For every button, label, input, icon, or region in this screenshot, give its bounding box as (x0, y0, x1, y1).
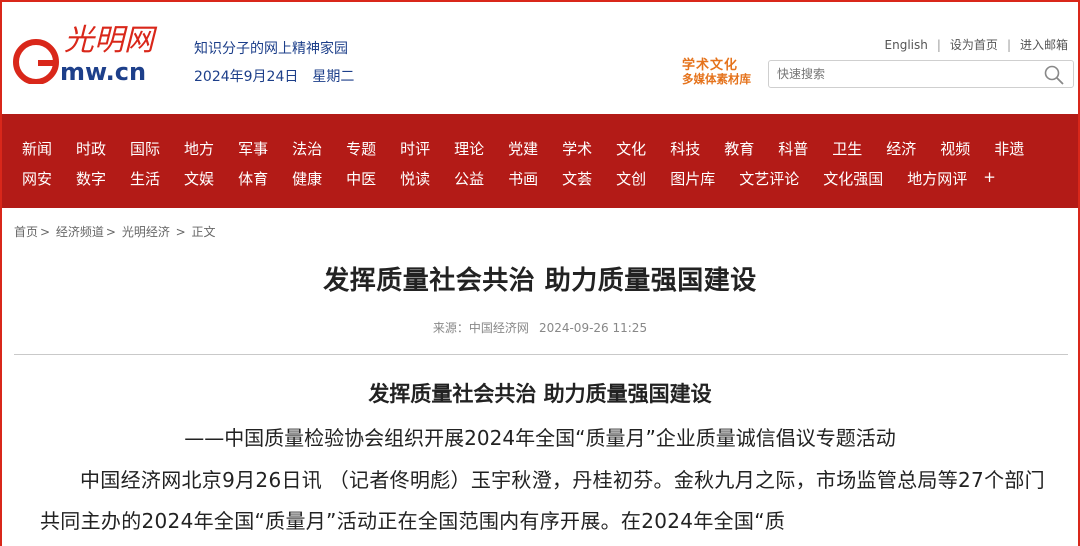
nav-row-2: 网安 数字 生活 文娱 体育 健康 中医 悦读 公益 书画 文荟 文创 图片库 文艺评论 文化强国 地方网评 + (22, 168, 996, 189)
title-divider (14, 354, 1068, 355)
nav-item[interactable]: 学术 (562, 138, 592, 159)
main-nav: 新闻 时政 国际 地方 军事 法治 专题 时评 理论 党建 学术 文化 科技 教育 科普 卫生 经济 视频 非遗 网… (2, 114, 1078, 208)
divider: | (936, 38, 941, 52)
nav-item[interactable]: 书画 (508, 168, 538, 189)
current-weekday: 星期二 (312, 69, 355, 85)
breadcrumb-channel[interactable]: 经济频道 (56, 225, 104, 239)
nav-item[interactable]: 文荟 (562, 168, 592, 189)
set-homepage-link[interactable]: 设为首页 (950, 38, 998, 52)
nav-item[interactable]: 新闻 (22, 138, 52, 159)
nav-item[interactable]: 文娱 (184, 168, 214, 189)
nav-item[interactable]: 卫生 (832, 138, 862, 159)
top-links: English | 设为首页 | 进入邮箱 (885, 36, 1068, 53)
nav-item[interactable]: 经济 (886, 138, 916, 159)
divider: | (1006, 38, 1011, 52)
page-frame: 光明网 mw.cn 知识分子的网上精神家园 2024年9月24日 星期二 Engl… (0, 0, 1080, 546)
badge-line-2: 多媒体素材库 (682, 71, 751, 86)
nav-item[interactable]: 党建 (508, 138, 538, 159)
nav-item[interactable]: 公益 (454, 168, 484, 189)
media-library-badge[interactable]: 学术文化 多媒体素材库 (682, 59, 758, 85)
nav-item[interactable]: 文艺评论 (739, 168, 799, 189)
nav-item[interactable]: 文化 (616, 138, 646, 159)
site-logo[interactable]: 光明网 mw.cn (12, 23, 182, 86)
nav-item[interactable]: 科普 (778, 138, 808, 159)
current-date: 2024年9月24日 (194, 69, 299, 85)
nav-item[interactable]: 健康 (292, 168, 322, 189)
breadcrumb-home[interactable]: 首页 (14, 225, 38, 239)
nav-more-button[interactable]: + (983, 168, 996, 189)
nav-item[interactable]: 专题 (346, 138, 376, 159)
mail-link[interactable]: 进入邮箱 (1020, 38, 1068, 52)
search-icon[interactable] (1043, 64, 1065, 86)
nav-item[interactable]: 军事 (238, 138, 268, 159)
nav-item[interactable]: 悦读 (400, 168, 430, 189)
nav-item[interactable]: 时政 (76, 138, 106, 159)
nav-item[interactable]: 数字 (76, 168, 106, 189)
nav-item[interactable]: 地方 (184, 138, 214, 159)
article-subtitle: 发挥质量社会共治 助力质量强国建设 (368, 382, 712, 406)
nav-item[interactable]: 国际 (130, 138, 160, 159)
nav-item[interactable]: 理论 (454, 138, 484, 159)
date-line: 2024年9月24日 星期二 (194, 66, 354, 86)
article-datetime: 2024-09-26 11:25 (538, 321, 648, 335)
nav-item[interactable]: 教育 (724, 138, 754, 159)
nav-item[interactable]: 体育 (238, 168, 268, 189)
breadcrumb-current: 正文 (191, 225, 216, 239)
nav-item[interactable]: 文创 (616, 168, 646, 189)
logo-domain: mw.cn (60, 58, 146, 84)
nav-item[interactable]: 图片库 (670, 168, 715, 189)
nav-item[interactable]: 科技 (670, 138, 700, 159)
nav-row-1: 新闻 时政 国际 地方 军事 法治 专题 时评 理论 党建 学术 文化 科技 教育 科普 卫生 经济 视频 非遗 (22, 138, 1048, 159)
nav-item[interactable]: 视频 (940, 138, 970, 159)
nav-item[interactable]: 非遗 (994, 138, 1024, 159)
article-paragraph: 中国经济网北京9月26日讯 （记者佟明彪）玉宇秋澄，丹桂初芬。金秋九月之际，市场… (40, 468, 1045, 533)
nav-item[interactable]: 法治 (292, 138, 322, 159)
nav-item[interactable]: 地方网评 (907, 168, 967, 189)
site-tagline: 知识分子的网上精神家园 (194, 41, 348, 57)
english-link[interactable]: English (885, 38, 928, 52)
nav-item[interactable]: 中医 (346, 168, 376, 189)
article-title: 发挥质量社会共治 助力质量强国建设 (323, 266, 757, 296)
article-source: 来源：中国经济网 (432, 321, 529, 335)
nav-item[interactable]: 网安 (22, 168, 52, 189)
search-input[interactable] (769, 61, 1029, 87)
nav-item[interactable]: 文化强国 (823, 168, 883, 189)
badge-line-1: 学术文化 (682, 58, 739, 73)
breadcrumb-section[interactable]: 光明经济 (122, 225, 170, 239)
article-meta: 来源：中国经济网 2024-09-26 11:25 (2, 319, 1078, 336)
article-subline: ——中国质量检验协会组织开展2024年全国“质量月”企业质量诚信倡议专题活动 (184, 426, 896, 450)
nav-item[interactable]: 生活 (130, 168, 160, 189)
breadcrumb: 首页 > 经济频道 > 光明经济 > 正文 (14, 225, 216, 239)
nav-item[interactable]: 时评 (400, 138, 430, 159)
logo-wordmark: 光明网 (64, 24, 158, 58)
site-header: 光明网 mw.cn 知识分子的网上精神家园 2024年9月24日 星期二 Engl… (2, 2, 1078, 114)
search-box (768, 60, 1074, 88)
